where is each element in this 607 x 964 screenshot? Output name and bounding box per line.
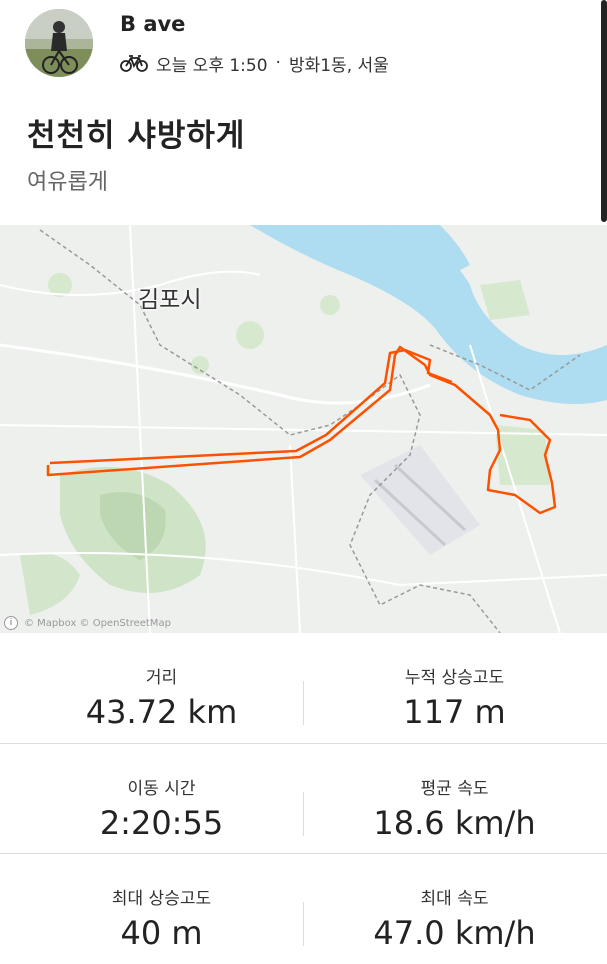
stat-label: 최대 상승고도 <box>111 889 212 909</box>
athlete-name[interactable]: B ave <box>120 12 185 36</box>
map-canvas <box>0 225 607 633</box>
stat-max-elevation: 최대 상승고도 40 m <box>10 854 313 964</box>
activity-description: 여유롭게 <box>27 170 108 195</box>
meta-separator: · <box>275 53 281 73</box>
stat-moving-time: 이동 시간 2:20:55 <box>10 744 313 854</box>
stat-label: 이동 시간 <box>127 779 196 799</box>
stat-label: 누적 상승고도 <box>404 668 505 688</box>
activity-title: 천천히 샤방하게 <box>27 118 246 154</box>
stat-value: 47.0 km/h <box>373 914 536 952</box>
info-icon[interactable]: i <box>4 616 18 630</box>
stat-value: 40 m <box>120 914 203 952</box>
stat-value: 2:20:55 <box>99 804 224 842</box>
activity-meta: 오늘 오후 1:50 · 방화1동, 서울 <box>120 50 389 76</box>
stat-value: 117 m <box>403 693 506 731</box>
activity-time: 오늘 오후 1:50 <box>156 55 268 76</box>
map-attribution-text[interactable]: © Mapbox © OpenStreetMap <box>24 618 171 629</box>
stat-label: 최대 속도 <box>420 889 489 909</box>
stats-row: 거리 43.72 km 누적 상승고도 117 m <box>0 633 607 743</box>
stats-panel: 거리 43.72 km 누적 상승고도 117 m 이동 시간 2:20:55 … <box>0 633 607 960</box>
stat-label: 거리 <box>145 668 178 688</box>
map-place-label: 김포시 <box>138 287 202 313</box>
bicycle-icon <box>120 55 148 72</box>
stat-distance: 거리 43.72 km <box>10 633 313 743</box>
activity-header: B ave 오늘 오후 1:50 · 방화1동, 서울 천천히 샤방하게 여유롭… <box>0 0 607 225</box>
stat-value: 18.6 km/h <box>373 804 536 842</box>
stats-row: 최대 상승고도 40 m 최대 속도 47.0 km/h <box>0 853 607 964</box>
stat-max-speed: 최대 속도 47.0 km/h <box>303 854 606 964</box>
stat-value: 43.72 km <box>85 693 238 731</box>
map-attribution: i © Mapbox © OpenStreetMap <box>4 615 171 631</box>
route-map[interactable]: 김포시 i © Mapbox © OpenStreetMap <box>0 225 607 633</box>
activity-location: 방화1동, 서울 <box>288 55 389 76</box>
avatar[interactable] <box>25 9 93 77</box>
scrollbar[interactable] <box>601 0 607 222</box>
stat-avg-speed: 평균 속도 18.6 km/h <box>303 744 606 854</box>
stats-row: 이동 시간 2:20:55 평균 속도 18.6 km/h <box>0 743 607 854</box>
stat-label: 평균 속도 <box>420 779 489 799</box>
stat-elevation-gain: 누적 상승고도 117 m <box>303 633 606 743</box>
